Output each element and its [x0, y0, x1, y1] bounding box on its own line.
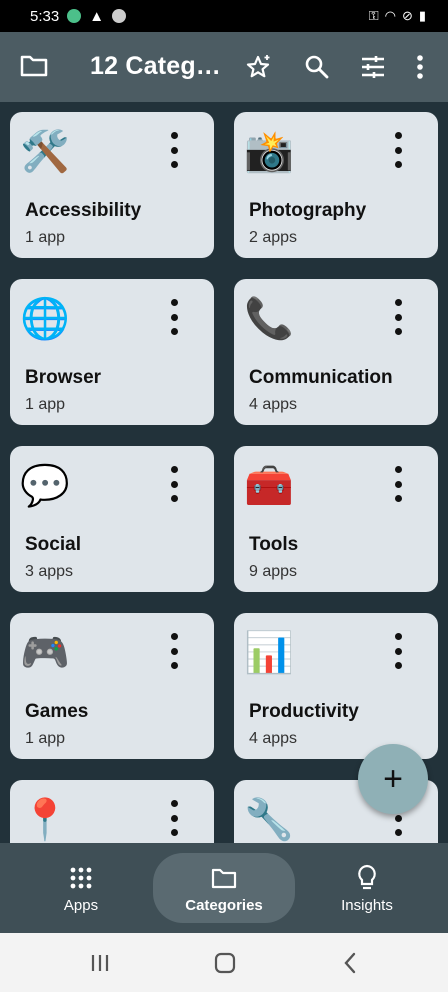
category-card-social[interactable]: 💬 Social 3 apps [10, 446, 214, 592]
category-name: Photography [249, 200, 367, 221]
dnd-icon: ⊘ [401, 8, 413, 23]
category-count: 4 apps [249, 396, 298, 413]
key-icon: ⚿ [368, 8, 379, 23]
category-name: Productivity [249, 701, 359, 722]
category-card-browser[interactable]: 🌐 Browser 1 app [10, 279, 214, 425]
toolbox-icon: 🧰 [244, 464, 294, 508]
nav-label: Insights [341, 896, 393, 914]
category-name: Browser [25, 367, 102, 388]
wrench-icon: 🔧 [244, 798, 294, 842]
category-card-tools[interactable]: 🧰 Tools 9 apps [234, 446, 438, 592]
category-name: Accessibility [25, 200, 142, 221]
camera-flash-icon: 📸 [244, 130, 294, 174]
category-card-accessibility[interactable]: 🛠️ Accessibility 1 app [10, 112, 214, 258]
card-menu-icon[interactable] [164, 132, 184, 168]
card-menu-icon[interactable] [388, 299, 408, 335]
speech-bubble-icon: 💬 [20, 464, 70, 508]
folder-icon[interactable] [20, 53, 48, 82]
category-name: Games [25, 701, 89, 722]
category-name: Tools [249, 534, 299, 555]
card-menu-icon[interactable] [388, 633, 408, 669]
add-category-button[interactable]: + [358, 744, 428, 814]
category-card-communication[interactable]: 📞 Communication 4 apps [234, 279, 438, 425]
nav-item-insights[interactable]: Insights [296, 853, 438, 923]
card-menu-icon[interactable] [164, 633, 184, 669]
category-card-partial-maps[interactable]: 📍 [10, 780, 214, 843]
category-card-photography[interactable]: 📸 Photography 2 apps [234, 112, 438, 258]
category-count: 2 apps [249, 229, 298, 246]
category-card-games[interactable]: 🎮 Games 1 app [10, 613, 214, 759]
category-count: 1 app [25, 730, 66, 747]
search-icon[interactable] [302, 52, 332, 82]
favorite-star-icon[interactable] [244, 52, 274, 82]
category-grid: 🛠️ Accessibility 1 app 📸 Photography 2 a… [0, 102, 448, 843]
lightbulb-icon [356, 863, 378, 893]
nav-label: Categories [185, 896, 263, 914]
globe-icon: 🌐 [20, 297, 70, 341]
page-title: 12 Categ… [90, 52, 222, 80]
category-name: Communication [249, 367, 393, 388]
warning-icon: ▲ [89, 7, 105, 25]
nav-item-apps[interactable]: Apps [10, 853, 152, 923]
telephone-icon: 📞 [244, 297, 294, 341]
category-name: Social [25, 534, 81, 555]
hammer-wrench-icon: 🛠️ [20, 130, 70, 174]
category-count: 1 app [25, 396, 66, 413]
nav-label: Apps [63, 896, 99, 914]
recents-icon[interactable] [88, 951, 112, 975]
wifi-icon: ◠ [384, 8, 396, 23]
app-bar: 12 Categ… [0, 32, 448, 102]
folder-icon [211, 863, 237, 893]
bottom-navigation: Apps Categories Insights [0, 843, 448, 933]
filter-sliders-icon[interactable] [358, 52, 388, 82]
card-menu-icon[interactable] [164, 466, 184, 502]
overflow-menu-icon[interactable] [405, 52, 435, 82]
notification-icon [67, 9, 82, 23]
home-icon[interactable] [213, 951, 237, 975]
category-card-productivity[interactable]: 📊 Productivity 4 apps [234, 613, 438, 759]
card-menu-icon[interactable] [388, 466, 408, 502]
battery-icon: ▮ [418, 8, 426, 23]
card-menu-icon[interactable] [164, 800, 184, 836]
card-menu-icon[interactable] [164, 299, 184, 335]
bar-chart-icon: 📊 [244, 631, 294, 675]
status-time: 5:33 [30, 7, 60, 25]
category-count: 9 apps [249, 563, 298, 580]
map-pin-icon: 📍 [20, 798, 70, 842]
system-navigation-bar [0, 933, 448, 992]
category-count: 3 apps [25, 563, 74, 580]
card-menu-icon[interactable] [388, 132, 408, 168]
nav-item-categories[interactable]: Categories [153, 853, 295, 923]
plus-icon: + [383, 759, 403, 798]
category-count: 4 apps [249, 730, 298, 747]
status-bar: 5:33 ▲ ⚿ ◠ ⊘ ▮ [0, 0, 448, 32]
back-icon[interactable] [338, 951, 362, 975]
chat-notification-icon [112, 9, 127, 23]
game-controller-icon: 🎮 [20, 631, 70, 675]
category-count: 1 app [25, 229, 66, 246]
apps-grid-icon [70, 863, 92, 893]
